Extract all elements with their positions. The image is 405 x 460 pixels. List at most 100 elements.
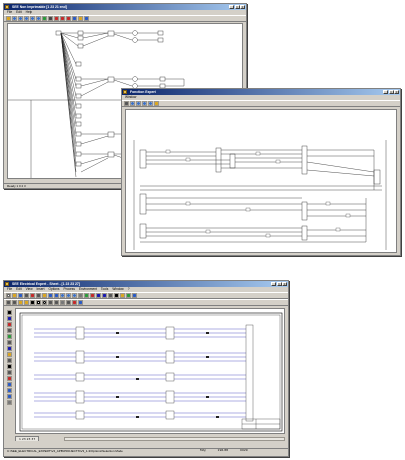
paste-icon[interactable] [42, 293, 47, 298]
flag-icon[interactable] [78, 16, 83, 21]
schematic-sheet-canvas[interactable] [15, 308, 285, 434]
zoom-window-icon[interactable] [30, 16, 35, 21]
function-schematic [133, 140, 387, 250]
arc-icon[interactable] [48, 300, 53, 305]
zoom-out-icon[interactable] [66, 293, 71, 298]
color-icon[interactable] [72, 300, 77, 305]
circle-icon[interactable] [42, 300, 47, 305]
horizontal-scrollbar[interactable] [64, 437, 285, 441]
properties-icon[interactable] [154, 101, 159, 106]
electrical-expert-window: SEE Electrical Expert - Sheet - [1 23 23… [3, 280, 289, 457]
copy-icon[interactable] [36, 293, 41, 298]
rotate-icon[interactable] [7, 388, 12, 393]
measure-icon[interactable] [7, 370, 12, 375]
arrow-right-icon[interactable] [12, 300, 17, 305]
cable-tool-icon[interactable] [7, 346, 12, 351]
zoom-window-icon[interactable] [148, 101, 153, 106]
minimize-button[interactable]: _ [271, 281, 276, 286]
terminal-tool-icon[interactable] [7, 340, 12, 345]
report-icon[interactable] [120, 293, 125, 298]
move-icon[interactable] [7, 382, 12, 387]
layer-icon[interactable] [84, 293, 89, 298]
function-expert-canvas[interactable] [125, 109, 397, 253]
wire-tool-icon[interactable] [7, 316, 12, 321]
group-icon[interactable] [7, 400, 12, 405]
app-icon [5, 282, 9, 286]
arrow-left-icon[interactable] [6, 300, 11, 305]
polyline-icon[interactable] [54, 300, 59, 305]
pen-icon[interactable] [60, 16, 65, 21]
close-button[interactable]: × [282, 281, 287, 286]
electrical-expert-toolbar-1 [4, 292, 288, 299]
zoom-all-icon[interactable] [36, 16, 41, 21]
terminal-icon[interactable] [108, 293, 113, 298]
print-icon[interactable] [24, 293, 29, 298]
undo-icon[interactable] [48, 16, 53, 21]
minimize-button[interactable]: _ [229, 4, 234, 9]
wire-icon[interactable] [96, 293, 101, 298]
status-code: 0029 [240, 448, 248, 452]
zoom-fit-icon[interactable] [142, 101, 147, 106]
minimize-button[interactable]: _ [383, 89, 388, 94]
pointer-icon[interactable] [7, 310, 12, 315]
open-icon[interactable] [6, 16, 11, 21]
attribute-icon[interactable] [78, 300, 83, 305]
symbol-tool-icon[interactable] [7, 322, 12, 327]
mirror-icon[interactable] [7, 394, 12, 399]
link-icon[interactable] [72, 16, 77, 21]
cut-icon[interactable] [66, 16, 71, 21]
cut-icon[interactable] [30, 293, 35, 298]
print-icon[interactable] [124, 101, 129, 106]
maximize-button[interactable]: □ [388, 89, 394, 94]
zoom-fit-icon[interactable] [72, 293, 77, 298]
line-icon[interactable] [30, 300, 35, 305]
hatch-icon[interactable] [60, 300, 65, 305]
zoom-in-icon[interactable] [60, 293, 65, 298]
zoom-in-icon[interactable] [12, 16, 17, 21]
maximize-button[interactable]: □ [234, 4, 240, 9]
text-icon[interactable] [114, 293, 119, 298]
help-icon[interactable] [132, 293, 137, 298]
app-icon [5, 5, 9, 9]
coil-icon[interactable] [7, 334, 12, 339]
zoom-in-icon[interactable] [130, 101, 135, 106]
select-icon[interactable] [54, 16, 59, 21]
function-expert-window: Fonction Expert _ □ × Window [121, 88, 401, 256]
electrical-expert-title: SEE Electrical Expert - Sheet - [1 23 23… [12, 282, 80, 286]
refresh-icon[interactable] [42, 16, 47, 21]
help-icon[interactable] [84, 16, 89, 21]
redo-icon[interactable] [54, 293, 59, 298]
delete-icon[interactable] [7, 376, 12, 381]
schematic-sheet [19, 312, 283, 432]
zoom-out-icon[interactable] [136, 101, 141, 106]
plc-icon[interactable] [7, 352, 12, 357]
close-button[interactable]: × [394, 89, 399, 94]
sheet-tab[interactable]: 1 23 23 37 [15, 436, 40, 441]
save-icon[interactable] [18, 293, 23, 298]
connector-icon[interactable] [7, 358, 12, 363]
symbol-icon[interactable] [90, 293, 95, 298]
page-last-icon[interactable] [24, 300, 29, 305]
app-icon [123, 90, 127, 94]
undo-icon[interactable] [48, 293, 53, 298]
open-icon[interactable] [12, 293, 17, 298]
close-button[interactable]: × [240, 4, 245, 9]
sheet-tab-label: 1 23 23 37 [19, 437, 36, 441]
zoom-fit-icon[interactable] [24, 16, 29, 21]
page-first-icon[interactable] [18, 300, 23, 305]
electrical-expert-left-toolbar [6, 308, 13, 405]
text-tool-icon[interactable] [7, 364, 12, 369]
tree-viewer-title: SEE Non Imprimable [1 23 21 end] [12, 5, 67, 9]
new-icon[interactable] [6, 293, 11, 298]
check-icon[interactable] [126, 293, 131, 298]
function-expert-toolbar [122, 100, 400, 107]
maximize-button[interactable]: □ [276, 281, 282, 286]
contact-icon[interactable] [7, 328, 12, 333]
dimension-icon[interactable] [66, 300, 71, 305]
cable-icon[interactable] [102, 293, 107, 298]
electrical-expert-toolbar-2 [4, 299, 288, 306]
function-expert-title: Fonction Expert [130, 90, 156, 94]
zoom-out-icon[interactable] [18, 16, 23, 21]
grid-icon[interactable] [78, 293, 83, 298]
rectangle-icon[interactable] [36, 300, 41, 305]
